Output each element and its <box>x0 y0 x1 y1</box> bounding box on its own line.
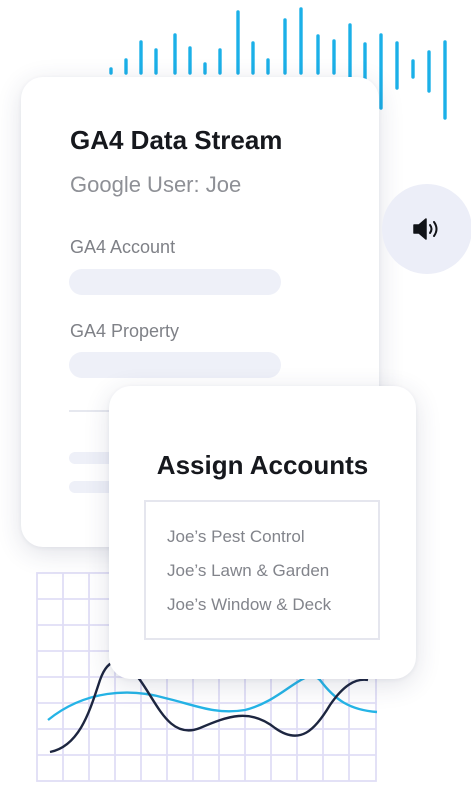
chart-line-light <box>47 675 378 721</box>
speaker-button[interactable] <box>382 184 471 274</box>
accounts-list: Joe’s Pest Control Joe’s Lawn & Garden J… <box>144 500 380 640</box>
assign-accounts-card: Assign Accounts Joe’s Pest Control Joe’s… <box>109 386 416 679</box>
google-user-label: Google User: Joe <box>70 172 242 197</box>
account-item-window-deck[interactable]: Joe’s Window & Deck <box>167 595 331 615</box>
account-item-lawn-garden[interactable]: Joe’s Lawn & Garden <box>167 561 329 581</box>
ga4-account-label: GA4 Account <box>70 237 176 257</box>
ga4-property-label: GA4 Property <box>70 321 180 341</box>
speaker-icon <box>413 218 438 240</box>
account-item-pest-control[interactable]: Joe’s Pest Control <box>167 527 305 547</box>
ga4-property-field[interactable] <box>69 352 281 378</box>
assign-accounts-title: Assign Accounts <box>156 450 369 480</box>
ga4-account-field[interactable] <box>69 269 281 295</box>
ga4-card-title: GA4 Data Stream <box>70 125 283 155</box>
